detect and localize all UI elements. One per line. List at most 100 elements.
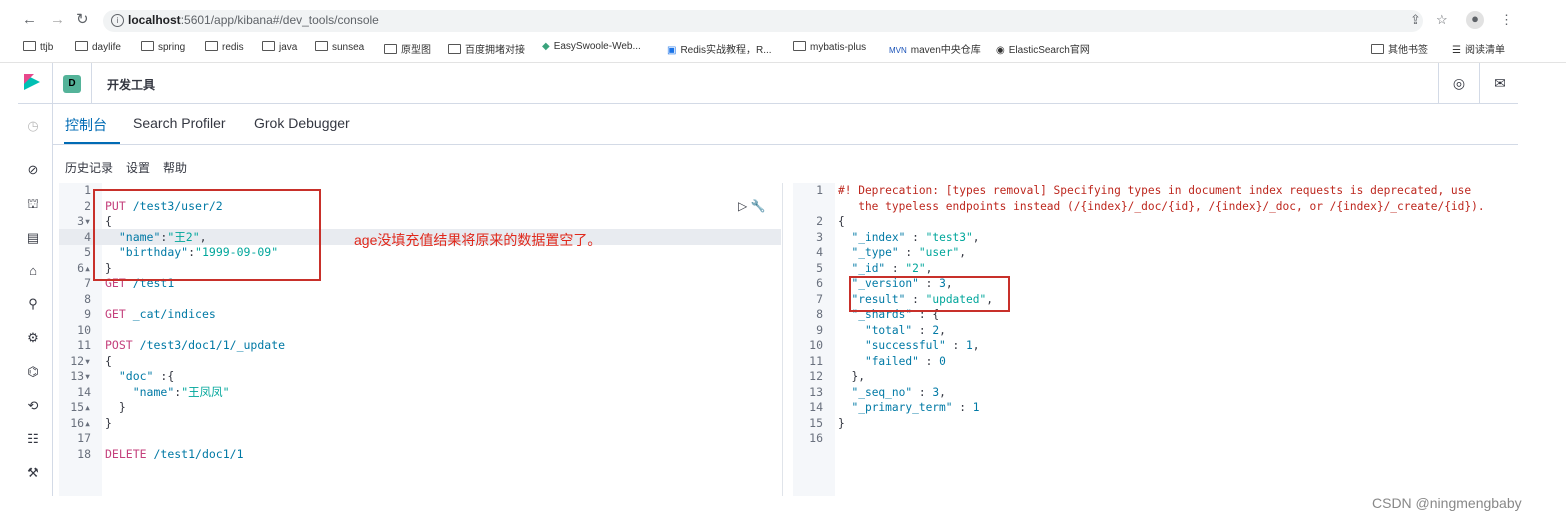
response-line: "_seq_no" : 3, <box>851 385 946 399</box>
bookmark-item[interactable]: MVN maven中央仓库 <box>889 41 981 56</box>
code-line[interactable]: POST /test3/doc1/1/_update <box>105 338 285 354</box>
maps-icon[interactable]: ⚲ <box>25 296 41 312</box>
bookmark-label: sunsea <box>332 42 365 53</box>
dev-tools-icon[interactable]: ⚒ <box>25 465 41 481</box>
browser-chrome: ← → ↻ i localhost:5601/app/kibana#/dev_t… <box>0 0 1566 63</box>
folder-icon <box>23 41 36 51</box>
line-number: 15 <box>809 415 823 430</box>
reload-icon[interactable]: ↻ <box>76 11 89 29</box>
discover-compass-icon[interactable]: ⊘ <box>25 162 41 178</box>
help-icon[interactable]: ◎ <box>1438 63 1479 103</box>
line-number: 18 <box>77 446 91 461</box>
bookmark-item[interactable]: 原型图 <box>384 41 431 56</box>
wrench-icon[interactable]: 🔧 <box>751 199 766 213</box>
bookmark-item[interactable]: ▣ Redis实战教程，R... <box>667 41 772 56</box>
code-line[interactable]: DELETE /test1/doc1/1 <box>105 447 244 463</box>
bookmark-item[interactable]: sunsea <box>315 41 364 53</box>
side-nav: ◷ ⊘ ⛫ ▤ ⌂ ⚲ ⚙ ⌬ ⟲ ☷ ⚒ <box>18 104 53 496</box>
logs-icon[interactable]: ☷ <box>25 431 41 447</box>
menu-settings[interactable]: 设置 <box>126 159 150 176</box>
info-icon[interactable]: i <box>111 14 124 27</box>
annotation-text: age没填充值结果将原来的数据置空了。 <box>354 232 602 248</box>
kibana-header: D 开发工具 ◎ ✉ <box>18 63 1518 104</box>
menu-help[interactable]: 帮助 <box>163 159 187 176</box>
bookmark-label: 原型图 <box>401 45 431 56</box>
line-number: 6▴ <box>77 260 91 275</box>
folder-icon <box>384 44 397 54</box>
bookmark-item[interactable]: redis <box>205 41 244 53</box>
folder-icon <box>205 41 218 51</box>
folder-icon <box>448 44 461 54</box>
dashboard-icon[interactable]: ▤ <box>25 230 41 246</box>
code-line[interactable]: "name":"王凤凤" <box>105 385 230 401</box>
line-number: 10 <box>809 338 823 352</box>
bookmark-item[interactable]: ◉ ElasticSearch官网 <box>996 41 1090 56</box>
response-line: { <box>838 215 845 228</box>
code-line[interactable]: } <box>105 400 126 416</box>
bookmark-label: Redis实战教程，R... <box>680 45 772 56</box>
uptime-icon[interactable]: ⌬ <box>25 364 41 380</box>
code-line[interactable]: { <box>105 354 112 370</box>
reading-list-icon: ☰ <box>1452 45 1461 56</box>
profile-icon[interactable]: ● <box>1466 11 1484 29</box>
response-line: "_primary_term" : 1 <box>851 401 980 414</box>
bookmark-label: 阅读清单 <box>1464 45 1505 56</box>
recent-clock-icon[interactable]: ◷ <box>25 118 41 134</box>
bookmark-item[interactable]: ttjb <box>23 41 53 53</box>
forward-icon[interactable]: → <box>50 11 65 29</box>
bookmark-item[interactable]: java <box>262 41 297 53</box>
code-line[interactable]: GET _cat/indices <box>105 307 216 323</box>
bookmark-item[interactable]: ◆ EasySwoole-Web... <box>542 41 641 52</box>
tab-grok-debugger[interactable]: Grok Debugger <box>254 115 350 131</box>
line-number: 9 <box>84 307 91 321</box>
menu-history[interactable]: 历史记录 <box>65 159 113 176</box>
highlight-box-response <box>849 276 1010 312</box>
code-line[interactable]: "doc" :{ <box>105 369 174 385</box>
space-avatar[interactable]: D <box>63 75 81 93</box>
line-number: 12 <box>809 369 823 383</box>
bookmark-label: maven中央仓库 <box>910 45 981 56</box>
tab-search-profiler[interactable]: Search Profiler <box>133 115 226 131</box>
bookmark-label: redis <box>222 42 244 53</box>
menu-kebab-icon[interactable]: ⋮ <box>1500 12 1513 28</box>
code-line[interactable]: } <box>105 416 112 432</box>
bookmark-item[interactable]: spring <box>141 41 185 53</box>
response-line: "_id" : "2", <box>851 261 933 275</box>
play-icon[interactable]: ▷ <box>738 199 747 213</box>
url-host: localhost <box>128 13 181 27</box>
reading-list[interactable]: ☰ 阅读清单 <box>1452 41 1505 56</box>
bookmark-label: ttjb <box>40 42 54 53</box>
ml-icon[interactable]: ⚙ <box>25 330 41 346</box>
line-number: 7 <box>816 291 823 306</box>
active-tab-indicator <box>64 142 120 144</box>
url-text[interactable]: localhost:5601/app/kibana#/dev_tools/con… <box>128 13 379 27</box>
line-number: 11 <box>77 338 91 352</box>
response-line: "successful" : 1, <box>864 339 980 352</box>
bookmark-item[interactable]: 百度拥堵对接 <box>448 41 525 56</box>
bookmark-item[interactable]: daylife <box>75 41 121 53</box>
line-number: 17 <box>77 431 91 445</box>
line-number: 4 <box>816 245 823 259</box>
line-number: 13 <box>809 384 823 399</box>
bookmark-label: ElasticSearch官网 <box>1008 45 1090 56</box>
bookmark-item[interactable]: 其他书签 <box>1371 41 1428 56</box>
line-number: 2 <box>84 198 91 213</box>
mail-icon[interactable]: ✉ <box>1479 63 1520 103</box>
bookmark-item[interactable]: mybatis-plus <box>793 41 866 53</box>
canvas-icon[interactable]: ⌂ <box>25 263 41 279</box>
response-line: #! Deprecation: [types removal] Specifyi… <box>838 184 1472 197</box>
line-number: 5 <box>84 245 91 259</box>
line-number: 16 <box>809 431 823 445</box>
tab-console[interactable]: 控制台 <box>65 115 107 135</box>
star-icon[interactable]: ☆ <box>1436 12 1448 28</box>
back-icon[interactable]: ← <box>22 11 37 29</box>
line-number: 4 <box>84 229 91 244</box>
visualize-icon[interactable]: ⛫ <box>25 196 41 212</box>
folder-icon <box>141 41 154 51</box>
highlight-box-request <box>93 189 321 281</box>
line-number: 2 <box>816 214 823 228</box>
apm-icon[interactable]: ⟲ <box>25 398 41 414</box>
line-number: 8 <box>816 307 823 321</box>
globe-icon: ◉ <box>996 45 1005 56</box>
share-icon[interactable]: ⇪ <box>1410 12 1421 28</box>
